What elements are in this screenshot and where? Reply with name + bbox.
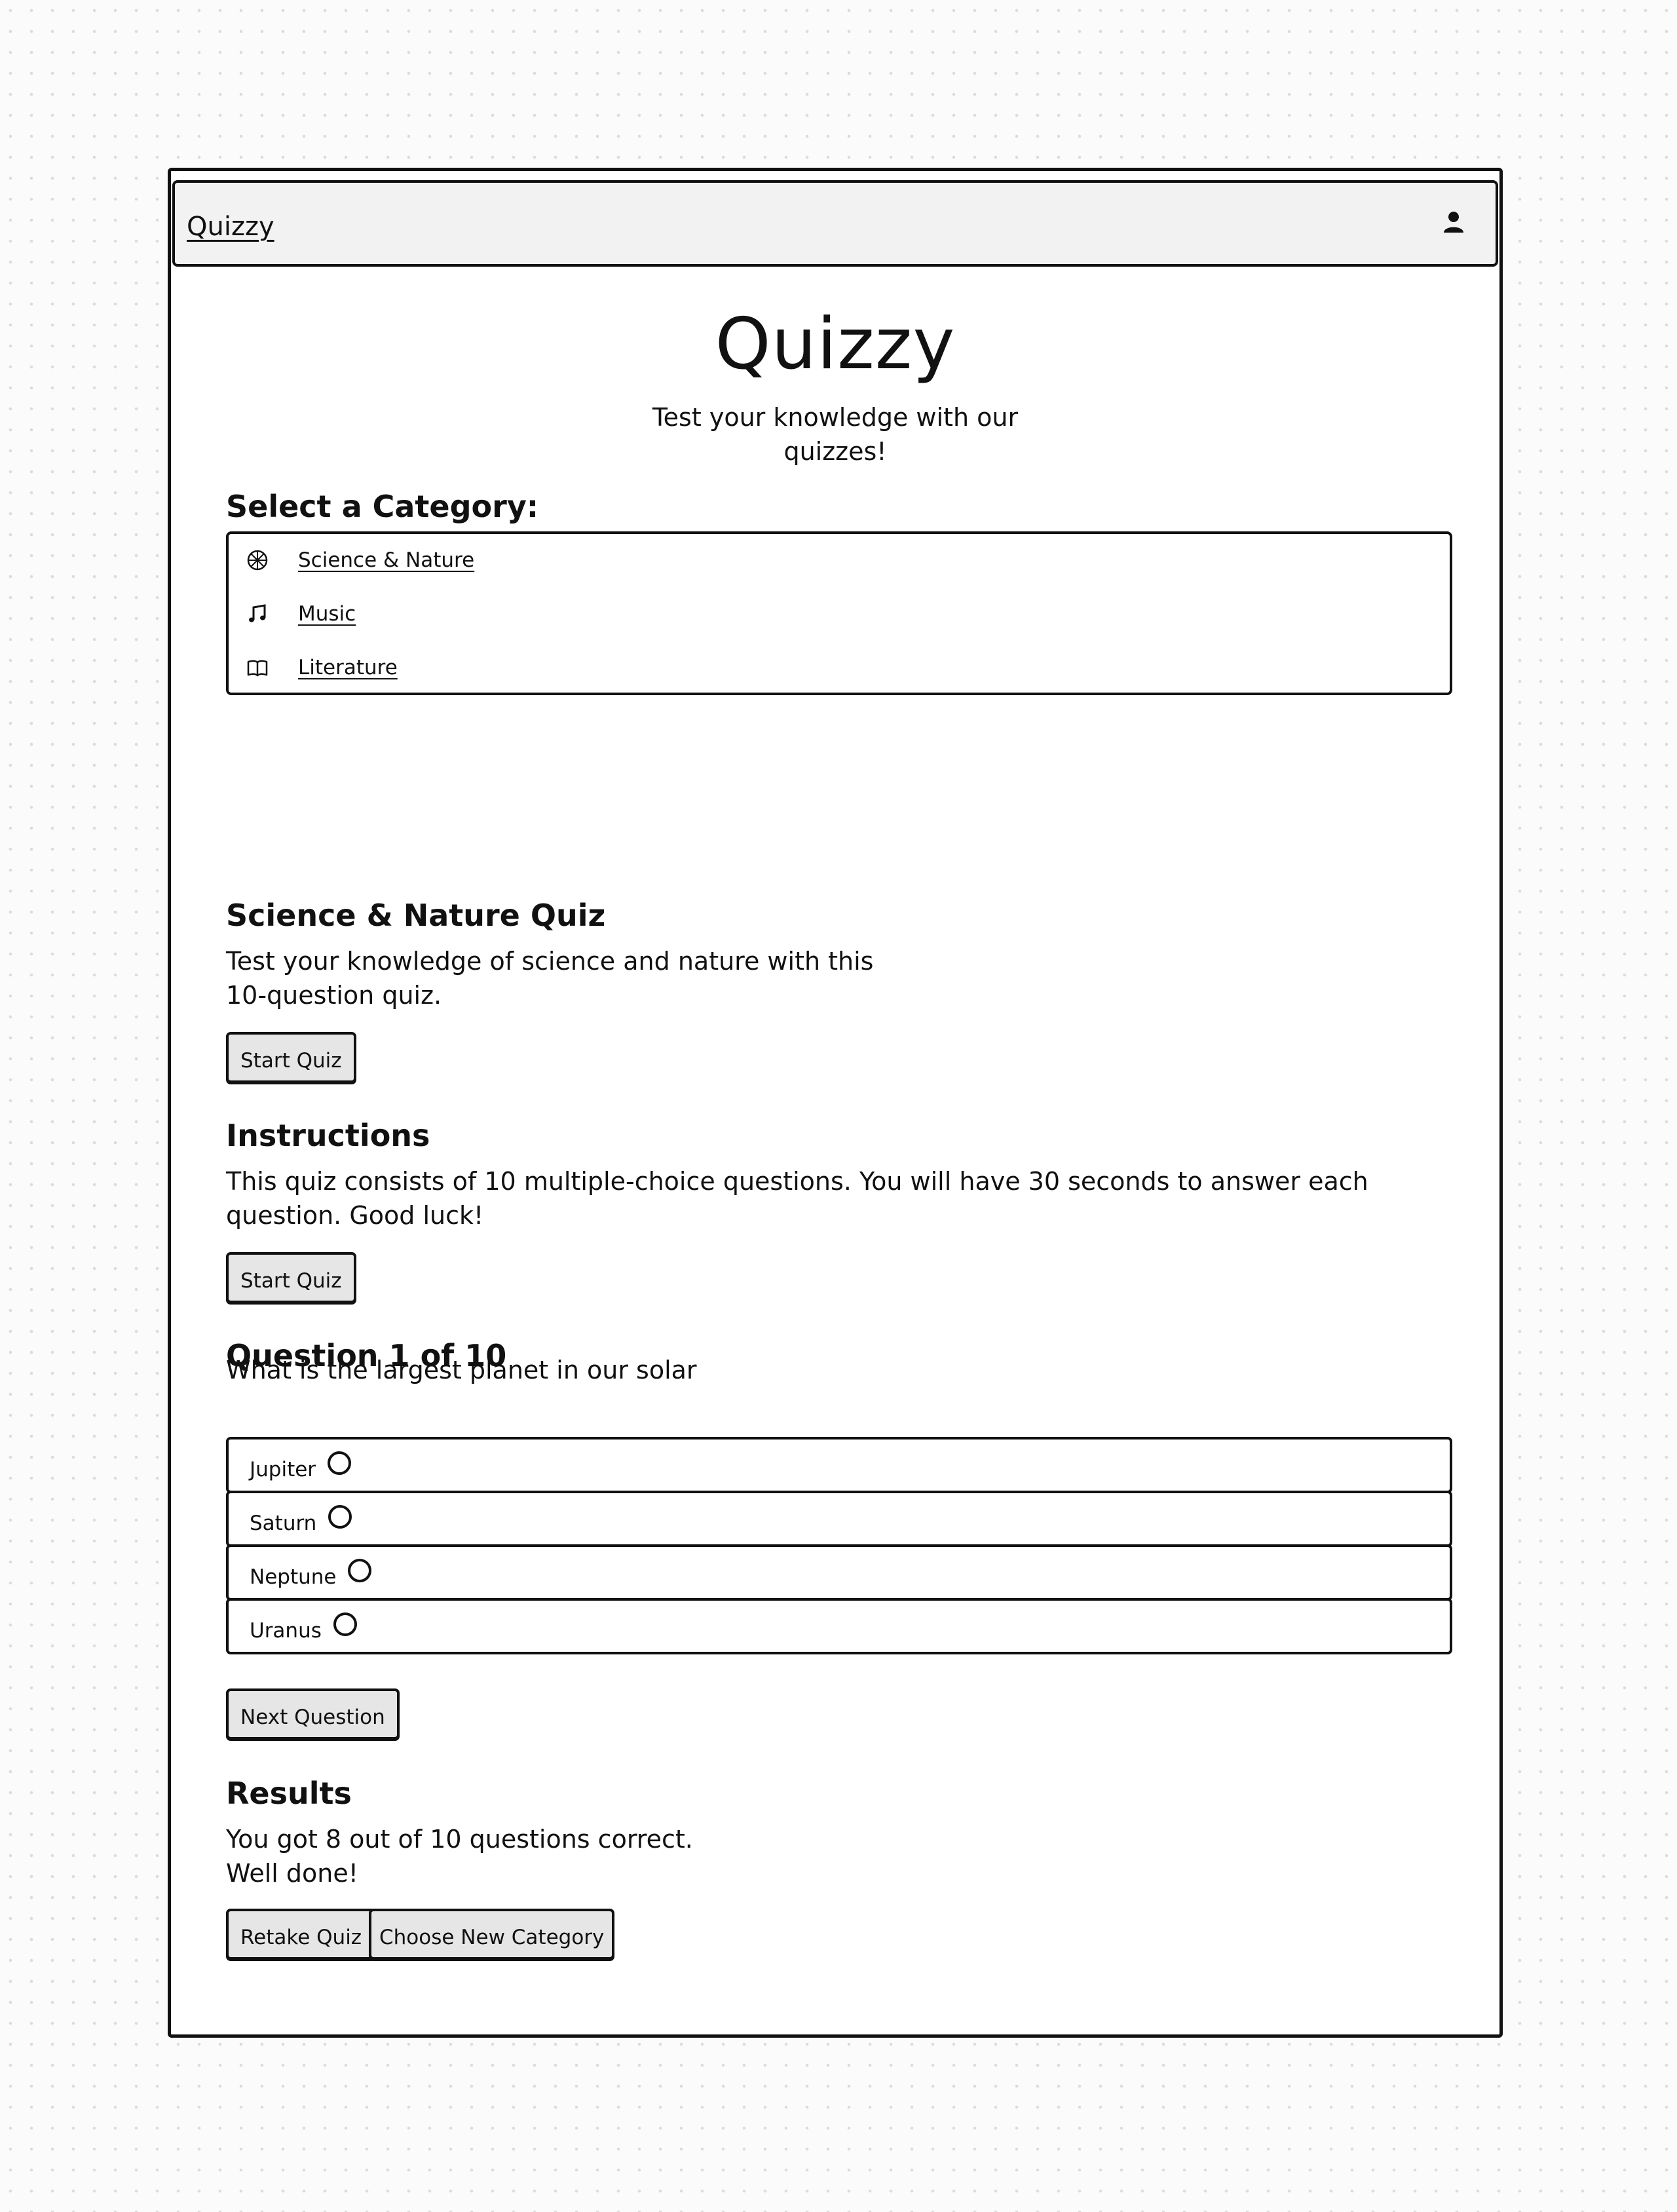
instructions-text: This quiz consists of 10 multiple-choice…	[226, 1164, 1368, 1232]
answer-radio[interactable]	[328, 1505, 352, 1529]
question-text: What is the largest planet in our solar …	[226, 1353, 1012, 1394]
answer-option-label: Saturn	[250, 1512, 317, 1535]
retake-quiz-button[interactable]: Retake Quiz	[226, 1909, 377, 1960]
answer-radio[interactable]	[333, 1612, 357, 1636]
page-subtitle-line-2: quizzes!	[783, 437, 887, 466]
category-label: Science & Nature	[298, 548, 475, 572]
answer-radio[interactable]	[348, 1559, 372, 1582]
answer-option-uranus[interactable]: Uranus	[226, 1598, 1452, 1654]
category-list: Science & Nature Music Literature	[226, 531, 1452, 695]
start-quiz-button[interactable]: Start Quiz	[226, 1032, 356, 1083]
user-icon	[1444, 212, 1463, 233]
page-subtitle: Test your knowledge with our quizzes!	[171, 400, 1499, 468]
answer-option-neptune[interactable]: Neptune	[226, 1544, 1452, 1601]
instructions-text-line-1: This quiz consists of 10 multiple-choice…	[226, 1167, 1368, 1196]
question-text-line-1: What is the largest planet in our solar	[226, 1356, 697, 1384]
answer-option-label: Neptune	[250, 1565, 337, 1589]
quiz-description-line-2: 10-question quiz.	[226, 981, 442, 1010]
app-window: Quizzy Quizzy Test your knowledge with o…	[168, 168, 1503, 2038]
start-quiz-button-2[interactable]: Start Quiz	[226, 1252, 356, 1303]
answer-option-label: Jupiter	[250, 1458, 316, 1481]
brand-link[interactable]: Quizzy	[187, 210, 274, 243]
page-subtitle-line-1: Test your knowledge with our	[652, 403, 1019, 432]
category-heading: Select a Category:	[226, 489, 539, 524]
music-note-icon	[246, 602, 269, 626]
results-text-line-1: You got 8 out of 10 questions correct.	[226, 1825, 693, 1854]
choose-new-category-button[interactable]: Choose New Category	[369, 1909, 615, 1960]
category-item-literature[interactable]: Literature	[246, 648, 398, 687]
page-title: Quizzy	[715, 303, 956, 385]
instructions-text-line-2: question. Good luck!	[226, 1201, 484, 1230]
answer-option-saturn[interactable]: Saturn	[226, 1491, 1452, 1547]
results-text: You got 8 out of 10 questions correct. W…	[226, 1822, 693, 1890]
quiz-description: Test your knowledge of science and natur…	[226, 944, 873, 1012]
question-text-line-2: system?	[226, 1387, 1012, 1394]
category-item-music[interactable]: Music	[246, 594, 356, 634]
atom-icon	[246, 548, 269, 572]
next-question-button[interactable]: Next Question	[226, 1688, 400, 1740]
quiz-description-line-1: Test your knowledge of science and natur…	[226, 947, 874, 976]
answer-option-label: Uranus	[250, 1619, 322, 1643]
answer-radio[interactable]	[328, 1451, 352, 1475]
category-item-science-nature[interactable]: Science & Nature	[246, 541, 474, 580]
user-account-button[interactable]	[1441, 209, 1467, 238]
book-icon	[246, 656, 269, 679]
results-heading: Results	[226, 1776, 352, 1811]
answer-option-jupiter[interactable]: Jupiter	[226, 1437, 1452, 1493]
category-label: Music	[298, 602, 356, 626]
instructions-heading: Instructions	[226, 1118, 430, 1153]
quiz-title: Science & Nature Quiz	[226, 898, 606, 933]
category-label: Literature	[298, 656, 398, 679]
results-text-line-2: Well done!	[226, 1859, 358, 1888]
navbar: Quizzy	[172, 180, 1498, 267]
